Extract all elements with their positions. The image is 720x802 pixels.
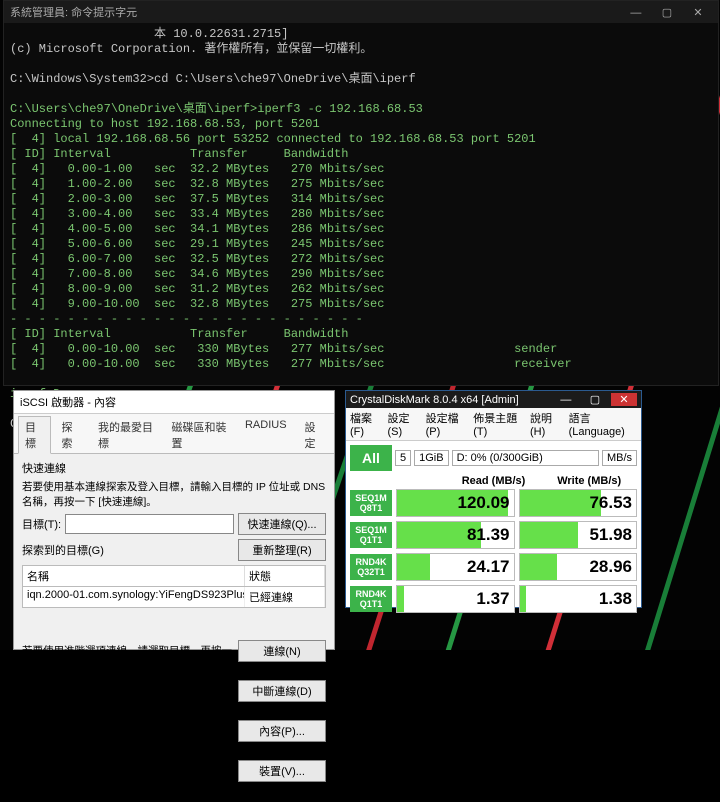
minimize-icon[interactable]: — [622, 7, 650, 19]
cdm-title: CrystalDiskMark 8.0.4 x64 [Admin] [350, 394, 519, 406]
close-icon[interactable]: ✕ [611, 393, 637, 406]
tab-5[interactable]: 設定 [298, 416, 331, 453]
minimize-icon[interactable]: — [553, 394, 579, 406]
connect-button[interactable]: 連線(N) [238, 640, 326, 662]
iscsi-title: iSCSI 啟動器 - 內容 [14, 391, 334, 414]
drive-select[interactable]: D: 0% (0/300GiB) [452, 450, 599, 466]
write-bar: 51.98 [519, 521, 638, 549]
quick-section-label: 快速連線 [22, 460, 326, 476]
bench-row: RND4KQ32T124.1728.96 [346, 551, 641, 583]
target-input[interactable] [65, 514, 234, 534]
tab-0[interactable]: 目標 [18, 416, 51, 454]
size-select[interactable]: 1GiB [414, 450, 448, 466]
read-bar: 1.37 [396, 585, 515, 613]
col-name[interactable]: 名稱 [23, 566, 245, 586]
bench-button[interactable]: RND4KQ32T1 [350, 554, 392, 580]
terminal-window: 系統管理員: 命令提示字元 — ▢ ✕ 本 10.0.22631.2715] (… [3, 0, 719, 386]
passes-select[interactable]: 5 [395, 450, 411, 466]
all-button[interactable]: All [350, 445, 392, 471]
quick-help: 若要使用基本連線探索及登入目標，請輸入目標的 IP 位址或 DNS 名稱，再按一… [22, 479, 326, 509]
terminal-title: 系統管理員: 命令提示字元 [10, 4, 137, 20]
devices-button[interactable]: 裝置(V)... [238, 760, 326, 782]
menu-item[interactable]: 設定(S) [388, 410, 420, 438]
maximize-icon[interactable]: ▢ [582, 393, 608, 406]
menu-item[interactable]: 佈景主題(T) [473, 410, 524, 438]
cdm-window: CrystalDiskMark 8.0.4 x64 [Admin] — ▢ ✕ … [345, 390, 642, 608]
col-status[interactable]: 狀態 [245, 566, 325, 586]
read-bar: 120.09 [396, 489, 515, 517]
unit-select[interactable]: MB/s [602, 450, 637, 466]
tab-4[interactable]: RADIUS [238, 416, 294, 453]
menu-item[interactable]: 語言(Language) [569, 410, 637, 438]
bench-button[interactable]: RND4KQ1T1 [350, 586, 392, 612]
terminal-body[interactable]: 本 10.0.22631.2715] (c) Microsoft Corpora… [4, 23, 718, 436]
bench-row: SEQ1MQ8T1120.0976.53 [346, 487, 641, 519]
iscsi-window: iSCSI 啟動器 - 內容 目標探索我的最愛目標磁碟區和裝置RADIUS設定 … [13, 390, 335, 650]
target-label: 目標(T): [22, 516, 61, 532]
maximize-icon[interactable]: ▢ [653, 6, 681, 19]
write-bar: 76.53 [519, 489, 638, 517]
bench-button[interactable]: SEQ1MQ1T1 [350, 522, 392, 548]
quick-connect-button[interactable]: 快速連線(Q)... [238, 513, 326, 535]
tab-3[interactable]: 磁碟區和裝置 [164, 416, 233, 453]
read-bar: 81.39 [396, 521, 515, 549]
write-bar: 1.38 [519, 585, 638, 613]
refresh-button[interactable]: 重新整理(R) [238, 539, 326, 561]
menu-item[interactable]: 設定檔(P) [426, 410, 468, 438]
target-row[interactable]: iqn.2000-01.com.synology:YiFengDS923Plus… [22, 587, 326, 608]
bench-button[interactable]: SEQ1MQ8T1 [350, 490, 392, 516]
menu-item[interactable]: 說明(H) [530, 410, 563, 438]
disconnect-button[interactable]: 中斷連線(D) [238, 680, 326, 702]
read-header: Read (MB/s) [446, 475, 542, 487]
read-bar: 24.17 [396, 553, 515, 581]
menu-item[interactable]: 檔案(F) [350, 410, 382, 438]
tab-1[interactable]: 探索 [55, 416, 88, 453]
discovered-label: 探索到的目標(G) [22, 542, 104, 558]
bench-row: SEQ1MQ1T181.3951.98 [346, 519, 641, 551]
write-header: Write (MB/s) [541, 475, 637, 487]
close-icon[interactable]: ✕ [684, 6, 712, 19]
write-bar: 28.96 [519, 553, 638, 581]
bench-row: RND4KQ1T11.371.38 [346, 583, 641, 615]
props-button[interactable]: 內容(P)... [238, 720, 326, 742]
tab-2[interactable]: 我的最愛目標 [91, 416, 160, 453]
